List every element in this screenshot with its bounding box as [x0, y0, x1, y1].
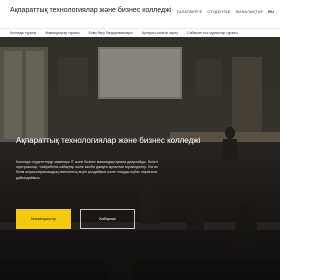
contact-button[interactable]: Хабарлас [80, 209, 135, 229]
top-navigation: ТАЛАПКЕРГЕ СТУДЕНТКЕ ЖАҢАЛЫҚТАР RU [177, 10, 274, 14]
subnav-item-vocational[interactable]: Арнаулы кәсіптік оқыту [142, 31, 178, 35]
nav-students-link[interactable]: СТУДЕНТКЕ [207, 10, 230, 14]
secondary-navigation: Колледж туралы Мамандықтар туралы Білім … [0, 28, 280, 37]
subnav-item-extracurricular[interactable]: Сабақтан тыс жұмыстар туралы [187, 31, 238, 35]
hero-overlay [0, 37, 280, 280]
language-switch[interactable]: RU [268, 10, 274, 14]
subnav-item-programs[interactable]: Білім беру бағдарламалары [89, 31, 133, 35]
subnav-item-about[interactable]: Колледж туралы [10, 31, 36, 35]
top-header: Ақпараттық технологиялар және бизнес кол… [0, 0, 280, 28]
hero-section: Ақпараттық технологиялар және бизнес кол… [0, 37, 280, 280]
site-title[interactable]: Ақпараттық технологиялар және бизнес кол… [10, 7, 171, 14]
specialties-button[interactable]: Мамандықтар [16, 209, 71, 229]
hero-title: Ақпараттық технологиялар және бизнес кол… [16, 136, 201, 145]
nav-news-link[interactable]: ЖАҢАЛЫҚТАР [236, 10, 264, 14]
hero-description: Колледж студенттерді заманауи IT және би… [16, 160, 158, 180]
nav-applicants-link[interactable]: ТАЛАПКЕРГЕ [177, 10, 203, 14]
subnav-item-specialties[interactable]: Мамандықтар туралы [45, 31, 79, 35]
